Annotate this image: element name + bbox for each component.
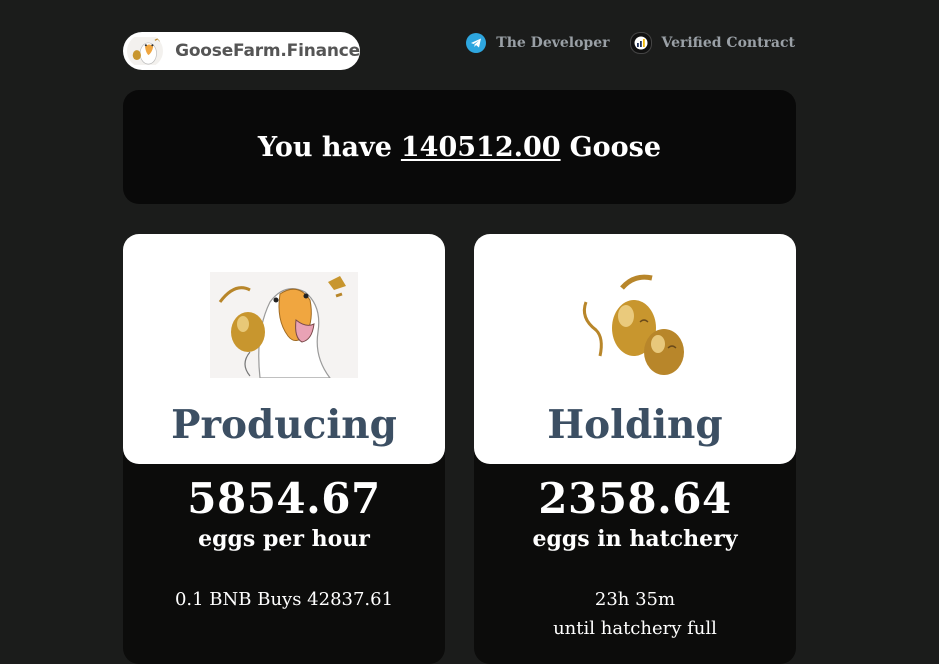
verified-contract-link[interactable]: Verified Contract (629, 32, 796, 54)
eggs-in-hatchery-label: eggs in hatchery (532, 526, 738, 552)
header-links: The Developer Verified Contract (466, 32, 795, 54)
holding-title: Holding (547, 402, 723, 448)
hatchery-timer: 23h 35m (594, 589, 676, 610)
goose-logo-icon (127, 37, 164, 65)
developer-link-label: The Developer (496, 35, 610, 51)
bscscan-icon (629, 32, 652, 54)
brand-name: GooseFarm.Finance (175, 41, 360, 61)
balance-panel: You have 140512.00 Goose (123, 90, 796, 204)
producing-title: Producing (171, 402, 397, 448)
brand-logo[interactable]: GooseFarm.Finance (123, 32, 360, 70)
goose-illustration-icon (210, 272, 358, 378)
holding-card: Holding 2358.64 eggs in hatchery 23h 35m… (474, 234, 796, 664)
eggs-per-hour-label: eggs per hour (198, 526, 370, 552)
bnb-buys-text: 0.1 BNB Buys 42837.61 (174, 589, 394, 610)
hatchery-full-text: until hatchery full (553, 618, 717, 639)
golden-eggs-icon (582, 274, 684, 375)
eggs-in-hatchery-value: 2358.64 (538, 474, 732, 523)
producing-card: Producing 5854.67 eggs per hour 0.1 BNB … (123, 234, 445, 664)
telegram-icon (466, 33, 487, 53)
developer-link[interactable]: The Developer (466, 33, 610, 53)
verified-contract-label: Verified Contract (661, 35, 796, 51)
eggs-per-hour-value: 5854.67 (187, 474, 381, 523)
balance-prefix: You have (257, 131, 392, 163)
balance-amount[interactable]: 140512.00 (401, 132, 561, 163)
balance-suffix: Goose (569, 131, 662, 163)
